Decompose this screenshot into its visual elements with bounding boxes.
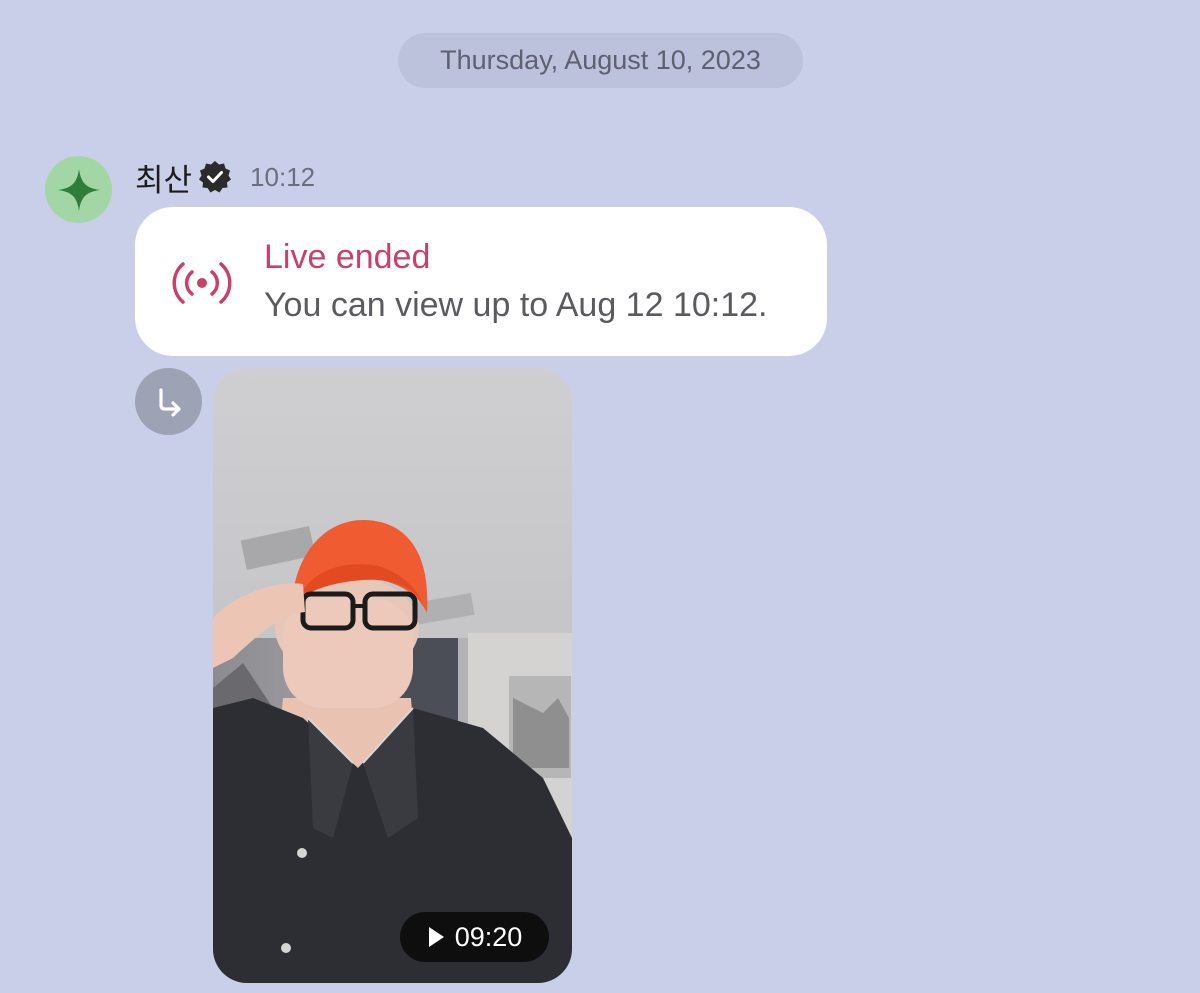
date-separator: Thursday, August 10, 2023 bbox=[398, 33, 803, 88]
live-card-description: You can view up to Aug 12 10:12. bbox=[264, 286, 768, 324]
video-duration-label: 09:20 bbox=[454, 921, 523, 952]
video-thumbnail bbox=[213, 368, 572, 983]
avatar[interactable] bbox=[45, 156, 112, 223]
sender-name[interactable]: 최산 bbox=[135, 155, 192, 200]
broadcast-icon bbox=[168, 258, 236, 308]
share-arrow-icon bbox=[158, 387, 181, 417]
live-replay-video[interactable] bbox=[213, 368, 572, 983]
message-header: 최산 10:12 bbox=[135, 155, 316, 200]
verified-badge-icon bbox=[198, 160, 232, 194]
play-icon bbox=[427, 926, 445, 948]
sparkle-icon bbox=[57, 168, 100, 211]
live-card-title: Live ended bbox=[264, 238, 431, 276]
date-separator-label: Thursday, August 10, 2023 bbox=[440, 45, 761, 75]
share-button[interactable] bbox=[135, 368, 202, 435]
video-duration[interactable]: 09:20 bbox=[400, 912, 549, 962]
live-ended-card[interactable] bbox=[135, 207, 827, 356]
message-time: 10:12 bbox=[250, 161, 316, 192]
